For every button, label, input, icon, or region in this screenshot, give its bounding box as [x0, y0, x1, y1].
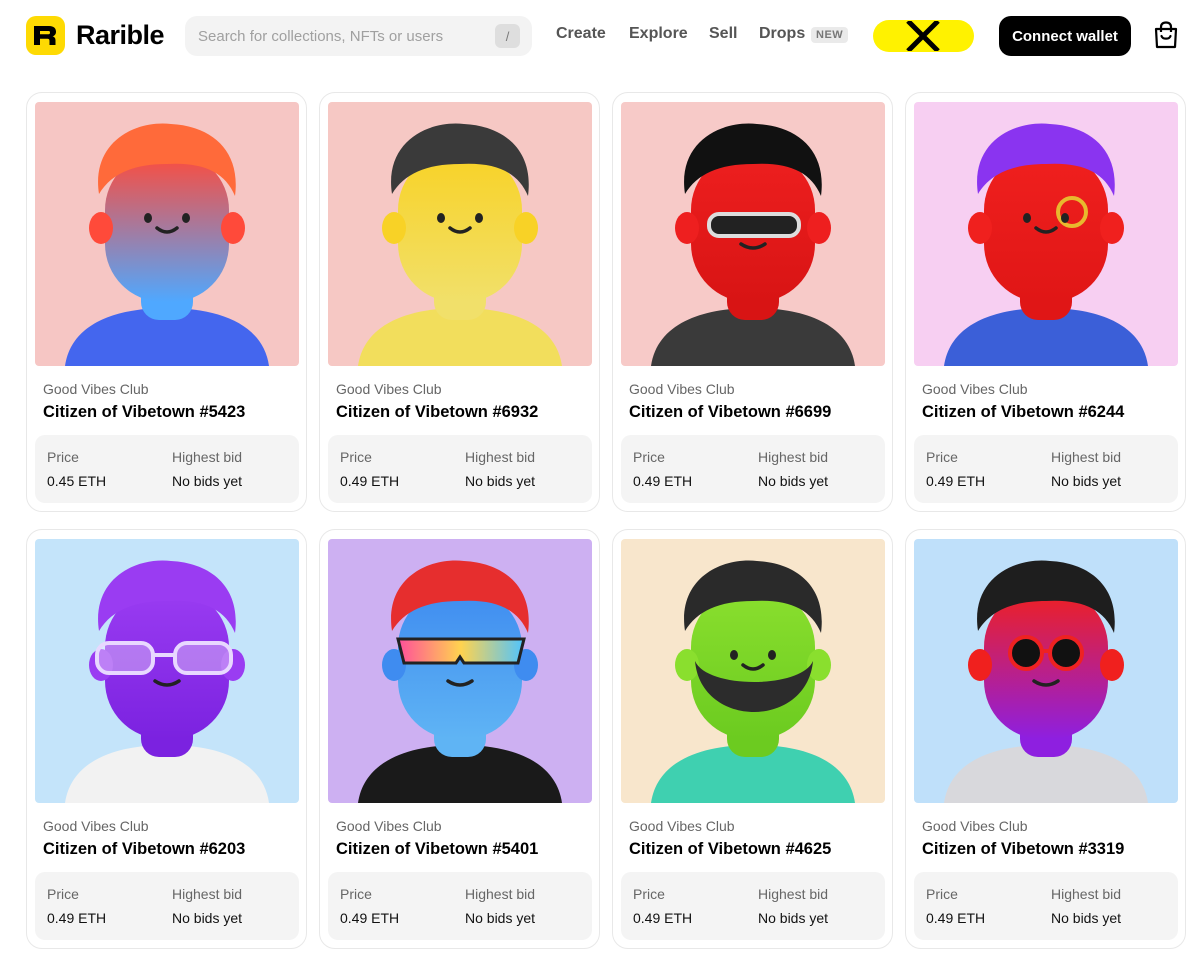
nft-avatar-image	[35, 539, 299, 803]
nft-title[interactable]: Citizen of Vibetown #6932	[336, 403, 538, 422]
collection-name[interactable]: Good Vibes Club	[336, 381, 442, 397]
x-logo-icon	[906, 21, 940, 51]
price-value: 0.45 ETH	[47, 473, 107, 489]
nft-avatar-image	[621, 102, 885, 366]
collection-name[interactable]: Good Vibes Club	[922, 818, 1028, 834]
collection-name[interactable]: Good Vibes Club	[922, 381, 1028, 397]
nft-image[interactable]	[621, 539, 885, 803]
price-value: 0.49 ETH	[926, 473, 986, 489]
nft-card[interactable]: Good Vibes Club Citizen of Vibetown #5401…	[319, 529, 600, 949]
highest-bid-value: No bids yet	[758, 473, 829, 489]
highest-bid-value: No bids yet	[172, 910, 243, 926]
nft-card[interactable]: Good Vibes Club Citizen of Vibetown #3319…	[905, 529, 1186, 949]
price-panel: Price 0.49 ETH Highest bid No bids yet	[35, 872, 299, 940]
top-nav-bar: Rarible / Create Explore Sell Drops NEW …	[0, 0, 1200, 72]
nft-image[interactable]	[914, 102, 1178, 366]
nft-avatar-image	[621, 539, 885, 803]
collection-name[interactable]: Good Vibes Club	[43, 381, 149, 397]
price-value: 0.49 ETH	[340, 473, 400, 489]
search-shortcut-key: /	[495, 24, 520, 48]
nft-avatar-image	[328, 102, 592, 366]
nft-card[interactable]: Good Vibes Club Citizen of Vibetown #6932…	[319, 92, 600, 512]
highest-bid-value: No bids yet	[465, 910, 536, 926]
nft-title[interactable]: Citizen of Vibetown #5423	[43, 403, 245, 422]
nft-card[interactable]: Good Vibes Club Citizen of Vibetown #6699…	[612, 92, 893, 512]
nft-title[interactable]: Citizen of Vibetown #6244	[922, 403, 1124, 422]
collection-name[interactable]: Good Vibes Club	[336, 818, 442, 834]
nav-explore[interactable]: Explore	[629, 25, 688, 43]
nft-image[interactable]	[914, 539, 1178, 803]
nft-title[interactable]: Citizen of Vibetown #5401	[336, 840, 538, 859]
nft-title[interactable]: Citizen of Vibetown #4625	[629, 840, 831, 859]
nav-sell[interactable]: Sell	[709, 25, 737, 43]
highest-bid-label: Highest bid	[758, 886, 829, 902]
nft-image[interactable]	[621, 102, 885, 366]
nft-title[interactable]: Citizen of Vibetown #6203	[43, 840, 245, 859]
price-value: 0.49 ETH	[47, 910, 107, 926]
highest-bid-value: No bids yet	[1051, 910, 1122, 926]
price-value: 0.49 ETH	[633, 910, 693, 926]
highest-bid-label: Highest bid	[172, 886, 243, 902]
nav-drops[interactable]: Drops	[759, 25, 805, 43]
price-label: Price	[340, 449, 372, 465]
price-label: Price	[926, 449, 958, 465]
nav-create[interactable]: Create	[556, 25, 606, 43]
highest-bid-value: No bids yet	[758, 910, 829, 926]
nft-title[interactable]: Citizen of Vibetown #3319	[922, 840, 1124, 859]
nft-title[interactable]: Citizen of Vibetown #6699	[629, 403, 831, 422]
nft-image[interactable]	[35, 539, 299, 803]
connect-wallet-button[interactable]: Connect wallet	[999, 16, 1131, 56]
highest-bid-label: Highest bid	[465, 449, 536, 465]
price-panel: Price 0.49 ETH Highest bid No bids yet	[914, 435, 1178, 503]
price-value: 0.49 ETH	[340, 910, 400, 926]
nft-avatar-image	[914, 102, 1178, 366]
collection-name[interactable]: Good Vibes Club	[43, 818, 149, 834]
highest-bid-label: Highest bid	[758, 449, 829, 465]
price-value: 0.49 ETH	[633, 473, 693, 489]
collection-name[interactable]: Good Vibes Club	[629, 381, 735, 397]
price-panel: Price 0.49 ETH Highest bid No bids yet	[914, 872, 1178, 940]
rarible-logo[interactable]: Rarible	[26, 16, 165, 55]
x-promo-button[interactable]	[873, 20, 974, 52]
rarible-logo-icon	[26, 16, 65, 55]
price-label: Price	[47, 886, 79, 902]
highest-bid-label: Highest bid	[1051, 886, 1122, 902]
nft-avatar-image	[35, 102, 299, 366]
drops-new-badge: NEW	[811, 27, 849, 43]
highest-bid-value: No bids yet	[465, 473, 536, 489]
nft-image[interactable]	[328, 539, 592, 803]
collection-name[interactable]: Good Vibes Club	[629, 818, 735, 834]
price-label: Price	[340, 886, 372, 902]
price-panel: Price 0.49 ETH Highest bid No bids yet	[328, 435, 592, 503]
search-input[interactable]	[198, 27, 488, 45]
shopping-bag-icon[interactable]	[1153, 21, 1179, 54]
price-panel: Price 0.49 ETH Highest bid No bids yet	[621, 435, 885, 503]
nft-avatar-image	[328, 539, 592, 803]
nft-card[interactable]: Good Vibes Club Citizen of Vibetown #6244…	[905, 92, 1186, 512]
price-label: Price	[633, 449, 665, 465]
nft-card[interactable]: Good Vibes Club Citizen of Vibetown #4625…	[612, 529, 893, 949]
highest-bid-value: No bids yet	[1051, 473, 1122, 489]
nft-avatar-image	[914, 539, 1178, 803]
price-label: Price	[633, 886, 665, 902]
price-label: Price	[926, 886, 958, 902]
nft-card[interactable]: Good Vibes Club Citizen of Vibetown #5423…	[26, 92, 307, 512]
price-label: Price	[47, 449, 79, 465]
nft-card[interactable]: Good Vibes Club Citizen of Vibetown #6203…	[26, 529, 307, 949]
price-panel: Price 0.49 ETH Highest bid No bids yet	[621, 872, 885, 940]
nft-image[interactable]	[328, 102, 592, 366]
price-panel: Price 0.49 ETH Highest bid No bids yet	[328, 872, 592, 940]
search-bar[interactable]: /	[185, 16, 532, 56]
highest-bid-label: Highest bid	[1051, 449, 1122, 465]
highest-bid-value: No bids yet	[172, 473, 243, 489]
highest-bid-label: Highest bid	[465, 886, 536, 902]
highest-bid-label: Highest bid	[172, 449, 243, 465]
price-panel: Price 0.45 ETH Highest bid No bids yet	[35, 435, 299, 503]
nft-image[interactable]	[35, 102, 299, 366]
price-value: 0.49 ETH	[926, 910, 986, 926]
brand-name: Rarible	[76, 20, 165, 50]
